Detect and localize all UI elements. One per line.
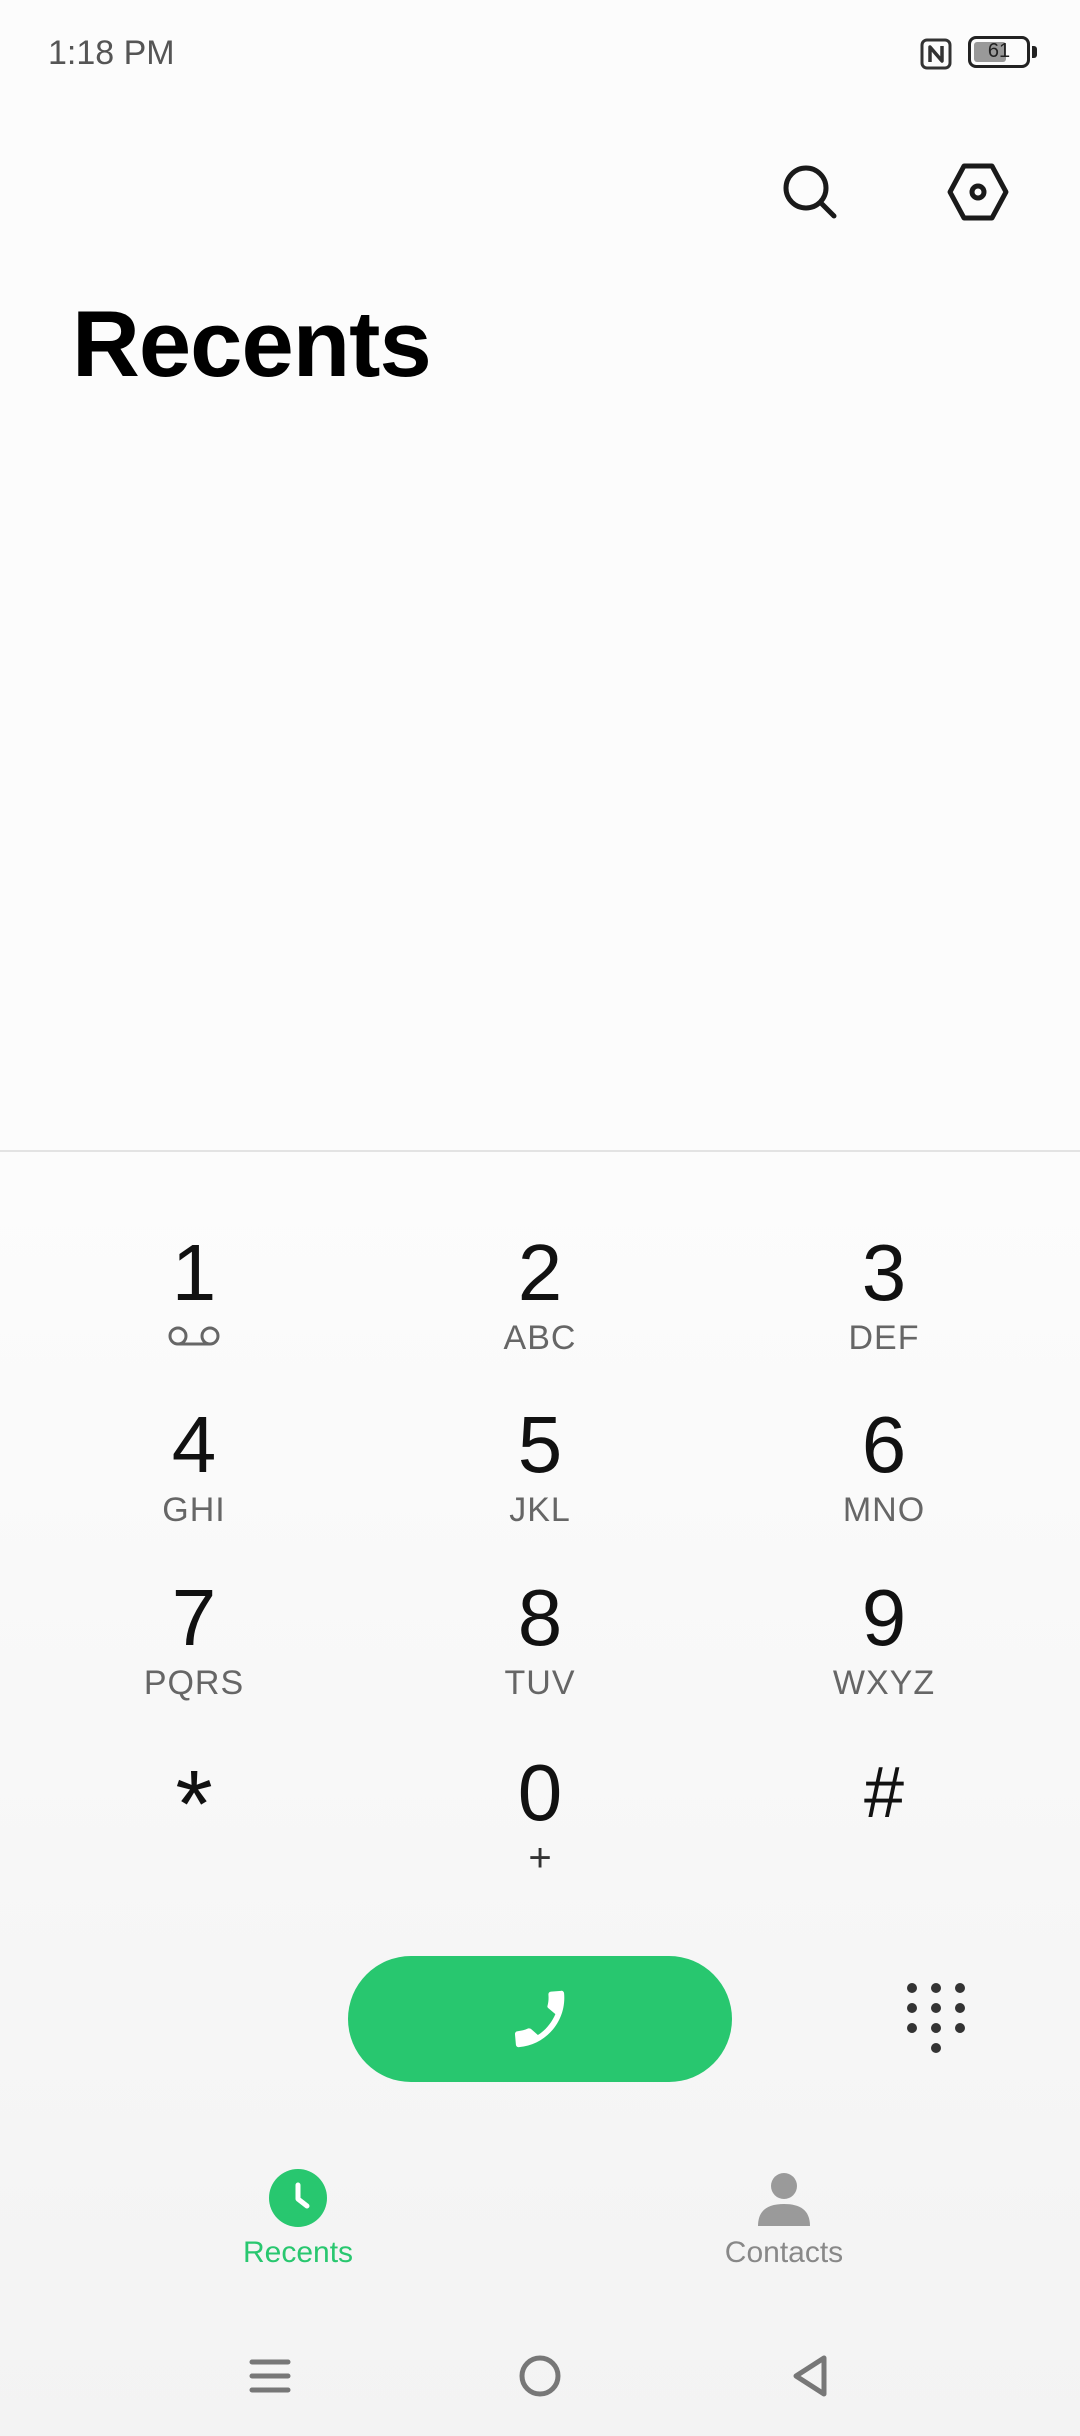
tab-contacts-label: Contacts [724,2236,844,2269]
search-icon [783,165,837,219]
nfc-icon [920,38,952,70]
key-digit: 0 [517,1748,563,1837]
phone-screen: 1:18 PM 61 Recents 1 2 ABC 3 DEF 4 GHI 5… [0,0,1080,2436]
status-time: 1:18 PM [48,34,175,72]
key-digit: 1 [171,1228,217,1317]
key-digit: # [863,1753,905,1833]
key-digit: 9 [861,1573,907,1662]
back-icon [793,2355,827,2397]
key-8[interactable]: 8 TUV [410,1573,670,1733]
status-bar: 1:18 PM 61 [0,0,1080,110]
key-0[interactable]: 0 + [410,1748,670,1908]
key-letters: MNO [842,1491,926,1529]
tab-contacts[interactable]: Contacts [654,2168,914,2288]
dialpad-divider [0,1150,1080,1152]
key-2[interactable]: 2 ABC [410,1228,670,1388]
key-digit: 7 [171,1573,217,1662]
key-digit: * [175,1751,213,1858]
dialpad-icon [907,1983,965,2053]
key-digit: 4 [171,1400,217,1489]
key-digit: 8 [517,1573,563,1662]
battery-level: 61 [987,40,1011,62]
tab-recents[interactable]: Recents [168,2168,428,2288]
clock-icon [269,2169,327,2227]
battery-icon: 61 [968,36,1030,68]
key-7[interactable]: 7 PQRS [64,1573,324,1733]
key-4[interactable]: 4 GHI [64,1400,324,1560]
settings-icon [947,163,1009,221]
key-letters: WXYZ [832,1664,936,1702]
key-letters: GHI [162,1491,226,1529]
key-digit: 3 [861,1228,907,1317]
page-title: Recents [72,291,432,396]
battery-tip [1032,46,1037,58]
key-digit: 6 [861,1400,907,1489]
home-icon [519,2355,561,2397]
key-6[interactable]: 6 MNO [754,1400,1014,1560]
dialpad-toggle-button[interactable] [890,1970,982,2070]
menu-icon [249,2359,291,2393]
key-letters: TUV [504,1664,576,1702]
back-button[interactable] [770,2336,850,2416]
home-button[interactable] [500,2336,580,2416]
key-5[interactable]: 5 JKL [410,1400,670,1560]
key-star[interactable]: * [64,1750,324,1910]
settings-button[interactable] [928,142,1028,242]
key-1[interactable]: 1 [64,1228,324,1388]
call-button[interactable] [348,1956,732,2082]
key-letters: ABC [503,1319,577,1357]
key-digit: 2 [517,1228,563,1317]
recent-apps-button[interactable] [230,2336,310,2416]
key-3[interactable]: 3 DEF [754,1228,1014,1388]
phone-icon [514,1990,565,2048]
key-letters: PQRS [143,1664,245,1702]
key-letters: JKL [509,1491,571,1529]
key-hash[interactable]: # [754,1748,1014,1908]
key-9[interactable]: 9 WXYZ [754,1573,1014,1733]
key-letters: DEF [848,1319,920,1357]
voicemail-icon [168,1326,220,1346]
person-icon [758,2173,810,2226]
search-button[interactable] [760,142,860,242]
key-digit: 5 [517,1400,563,1489]
tab-recents-label: Recents [242,2236,354,2269]
key-plus: + [528,1836,552,1880]
